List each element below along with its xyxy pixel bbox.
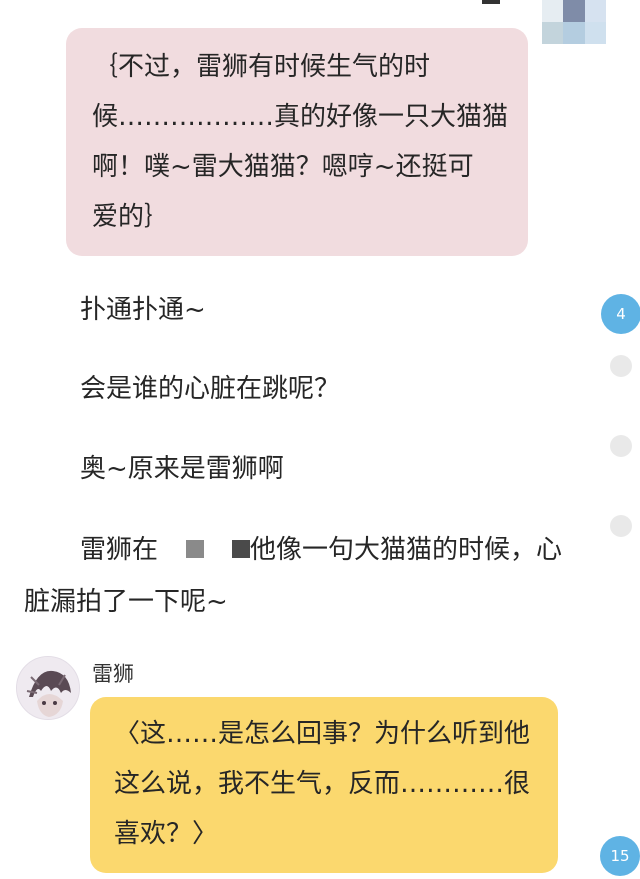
blurred-avatar-image: [542, 0, 606, 44]
censor-block: [232, 539, 251, 558]
narration-text: 雷狮在: [80, 535, 159, 565]
comment-dot[interactable]: [610, 515, 632, 537]
sender-avatar[interactable]: [16, 656, 80, 720]
message-bubble-pink[interactable]: ｛不过，雷狮有时候生气的时 候………………真的好像一只大猫猫 啊！噗~雷大猫猫？…: [66, 28, 528, 256]
message-line: 候………………真的好像一只大猫猫: [92, 102, 509, 132]
message-bubble-yellow[interactable]: 〈这……是怎么回事？为什么听到他 这么说，我不生气，反而…………很 喜欢？〉: [90, 697, 558, 873]
message-line: 爱的｝: [92, 202, 171, 232]
comment-count-badge[interactable]: 4: [601, 294, 640, 334]
message-line: 喜欢？〉: [114, 819, 219, 849]
censor-block: [186, 539, 205, 558]
narration-line: 奥~原来是雷狮啊: [80, 454, 284, 484]
message-line: ｛不过，雷狮有时候生气的时: [92, 52, 431, 82]
top-edge-fragment: [482, 0, 500, 4]
chat-screen: ｛不过，雷狮有时候生气的时 候………………真的好像一只大猫猫 啊！噗~雷大猫猫？…: [0, 0, 640, 879]
narration-line: 扑通扑通~: [80, 295, 206, 325]
avatar-illustration-icon: [17, 657, 79, 719]
comment-count-badge[interactable]: 15: [600, 836, 640, 876]
narration-line: 会是谁的心脏在跳呢？: [80, 374, 341, 404]
narration-text: 他像一句大猫猫的时候，心: [250, 535, 563, 565]
narration-line-censored: 雷狮在 他像一句大猫猫的时候，心: [80, 530, 562, 570]
narration-line: 脏漏拍了一下呢~: [24, 587, 228, 617]
message-line: 这么说，我不生气，反而…………很: [114, 769, 531, 799]
comment-dot[interactable]: [610, 355, 632, 377]
message-line: 啊！噗~雷大猫猫？嗯哼~还挺可: [92, 152, 474, 182]
sender-name: 雷狮: [92, 662, 134, 686]
message-line: 〈这……是怎么回事？为什么听到他: [114, 719, 531, 749]
comment-dot[interactable]: [610, 435, 632, 457]
